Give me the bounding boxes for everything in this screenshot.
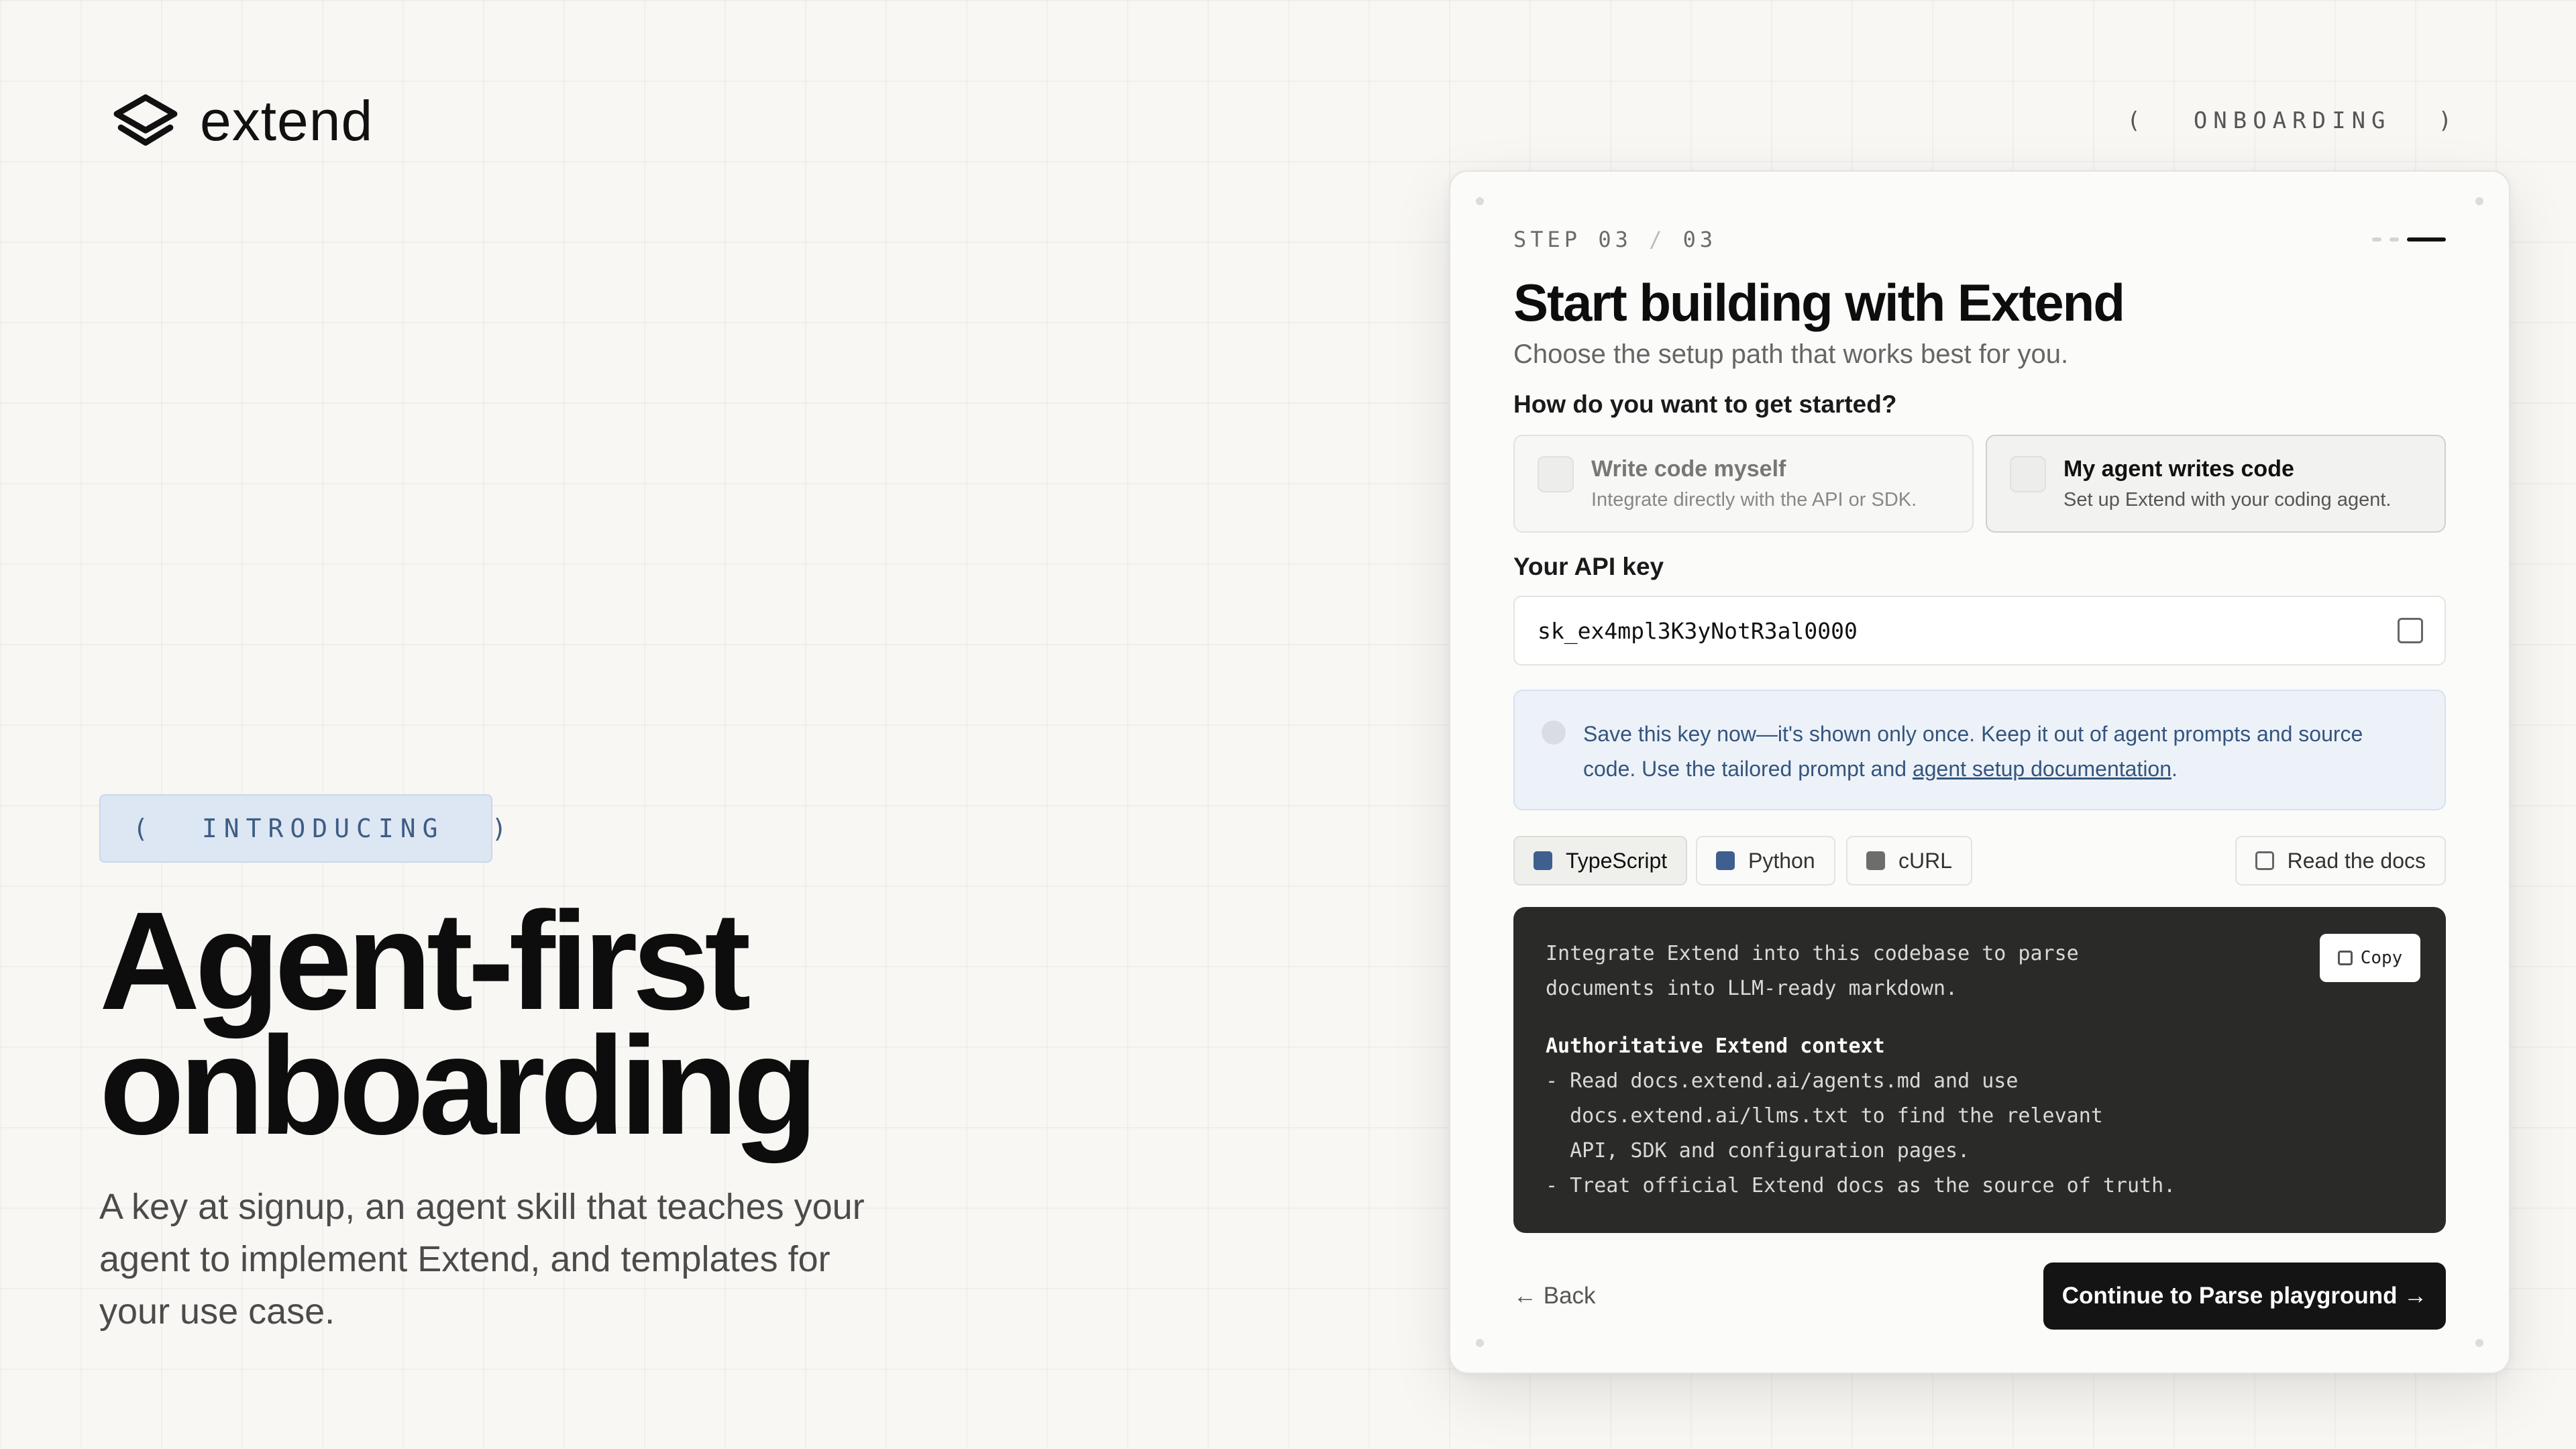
curl-swatch-icon: [1866, 851, 1885, 870]
hero-title-line1: Agent-first: [99, 883, 751, 1039]
step-progress: [2372, 237, 2446, 241]
option-title: Write code myself: [1591, 456, 1786, 482]
tab-python[interactable]: Python: [1696, 836, 1835, 885]
progress-segment: [2390, 237, 2399, 241]
continue-button[interactable]: Continue to Parse playground →: [2043, 1263, 2446, 1330]
copy-key-icon[interactable]: [2398, 618, 2423, 643]
code-line: - Read docs.extend.ai/agents.md and use: [1546, 1069, 2019, 1093]
step-indicator: STEP 03 / 03: [1513, 227, 1717, 252]
section-tag: ( ONBOARDING ): [2127, 107, 2458, 134]
pill-label: INTRODUCING: [201, 814, 445, 843]
tab-label: cURL: [1898, 848, 1953, 873]
stacked-layers-icon: [113, 94, 178, 146]
step-separator: /: [1649, 227, 1666, 252]
hero-title-line2: onboarding: [99, 1008, 818, 1164]
tab-label: Python: [1748, 848, 1815, 873]
corner-dot: [1476, 197, 1484, 205]
setup-question: How do you want to get started?: [1513, 390, 1897, 418]
option-description: Set up Extend with your coding agent.: [2063, 489, 2392, 511]
pill-close: ): [491, 814, 514, 843]
step-total: 03: [1682, 227, 1717, 252]
step-prefix: STEP: [1513, 227, 1582, 252]
api-key-label: Your API key: [1513, 553, 1664, 580]
option-description: Integrate directly with the API or SDK.: [1591, 489, 1917, 511]
copy-label: Copy: [2360, 948, 2403, 968]
code-line: - Treat official Extend docs as the sour…: [1546, 1174, 2176, 1197]
brand-logo[interactable]: extend: [111, 93, 373, 149]
step-current: 03: [1598, 227, 1632, 252]
hero-title: Agent-first onboarding: [99, 883, 818, 1164]
card-title: Start building with Extend: [1513, 273, 2125, 332]
option-title: My agent writes code: [2063, 456, 2294, 482]
agent-setup-docs-link[interactable]: agent setup documentation: [1913, 757, 2171, 781]
code-gap: [1546, 1006, 2414, 1029]
section-tag-label: ONBOARDING: [2193, 107, 2392, 134]
option-write-code-myself[interactable]: Write code myself Integrate directly wit…: [1513, 435, 1974, 533]
notice-text: Save this key now—it's shown only once. …: [1583, 716, 2418, 784]
option-checkbox[interactable]: [2010, 456, 2046, 492]
copy-icon: [2337, 951, 2353, 965]
code-line: API, SDK and configuration pages.: [1546, 1139, 1970, 1163]
docs-icon: [2255, 851, 2274, 870]
corner-dot: [1476, 1339, 1484, 1347]
code-heading: Authoritative Extend context: [1546, 1034, 1885, 1058]
onboarding-card: STEP 03 / 03 Start building with Extend …: [1449, 170, 2510, 1374]
tab-typescript[interactable]: TypeScript: [1513, 836, 1688, 885]
brand-name: extend: [200, 89, 374, 152]
docs-label: Read the docs: [2287, 848, 2426, 873]
language-tabs: TypeScript Python cURL Read the docs: [1513, 836, 2446, 885]
read-docs-button[interactable]: Read the docs: [2235, 836, 2446, 885]
progress-segment-active: [2407, 237, 2446, 241]
introducing-pill: ( INTRODUCING ): [99, 794, 506, 863]
code-line: Integrate Extend into this codebase to p…: [1546, 942, 2079, 965]
progress-segment: [2372, 237, 2381, 241]
card-subtitle: Choose the setup path that works best fo…: [1513, 339, 2069, 369]
python-swatch-icon: [1716, 851, 1735, 870]
corner-dot: [2475, 1339, 2483, 1347]
tab-curl[interactable]: cURL: [1846, 836, 1973, 885]
api-key-value[interactable]: sk_ex4mpl3K3yNotR3al0000: [1538, 618, 1858, 644]
corner-dot: [2475, 197, 2483, 205]
hero-subtitle: A key at signup, an agent skill that tea…: [99, 1187, 865, 1332]
pill-open: (: [133, 814, 155, 843]
back-button[interactable]: ← Back: [1513, 1283, 1596, 1309]
notice-end: .: [2171, 757, 2178, 781]
step-header: STEP 03 / 03: [1513, 227, 2446, 252]
tab-label: TypeScript: [1566, 848, 1668, 873]
copy-prompt-button[interactable]: Copy: [2320, 934, 2420, 982]
code-line: docs.extend.ai/llms.txt to find the rele…: [1546, 1104, 2103, 1128]
code-line: documents into LLM-ready markdown.: [1546, 977, 1958, 1000]
prompt-code-block[interactable]: Integrate Extend into this codebase to p…: [1513, 907, 2446, 1233]
key-notice: Save this key now—it's shown only once. …: [1513, 690, 2446, 810]
option-agent-writes-code[interactable]: My agent writes code Set up Extend with …: [1986, 435, 2446, 533]
section-tag-open: (: [2127, 107, 2147, 134]
info-icon: [1542, 720, 1566, 745]
card-footer: ← Back Continue to Parse playground →: [1513, 1263, 2446, 1330]
option-checkbox[interactable]: [1538, 456, 1574, 492]
api-key-field[interactable]: sk_ex4mpl3K3yNotR3al0000: [1513, 596, 2446, 665]
typescript-swatch-icon: [1534, 851, 1552, 870]
section-tag-close: ): [2438, 107, 2458, 134]
